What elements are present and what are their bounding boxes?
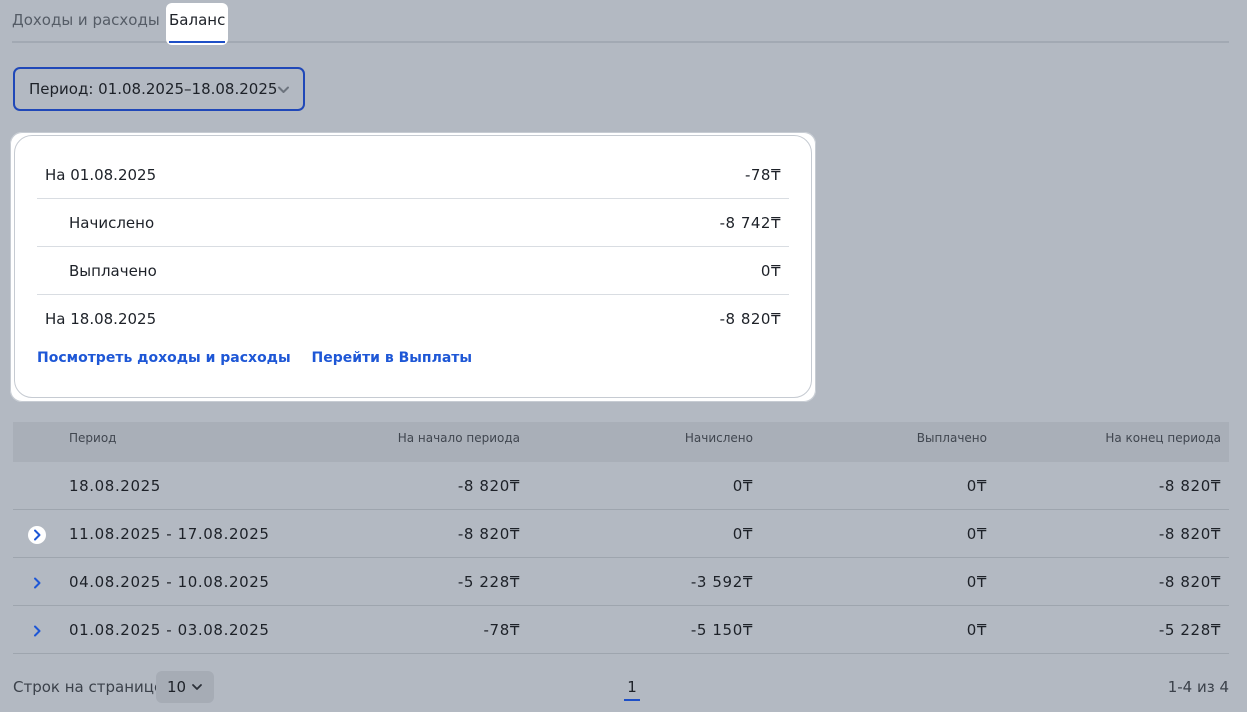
cell-accrued: 0₸	[732, 477, 753, 495]
cell-paid: 0₸	[966, 621, 987, 639]
cell-period: 01.08.2025 - 03.08.2025	[69, 621, 270, 639]
balance-row-opening: На 01.08.2025 -78₸	[37, 151, 789, 199]
cell-start: -78₸	[483, 621, 520, 639]
view-income-expenses-link[interactable]: Посмотреть доходы и расходы	[37, 350, 291, 366]
balance-row-value: 0₸	[760, 262, 781, 280]
cell-end: -8 820₸	[1158, 477, 1221, 495]
cell-period: 18.08.2025	[69, 477, 161, 495]
chevron-right-icon[interactable]	[28, 574, 46, 592]
table-row: 11.08.2025 - 17.08.2025 -8 820₸ 0₸ 0₸ -8…	[13, 510, 1229, 558]
cell-period: 04.08.2025 - 10.08.2025	[69, 573, 270, 591]
column-header-accrued: Начислено	[684, 431, 753, 445]
column-header-end: На конец периода	[1105, 431, 1221, 445]
balance-row-closing: На 18.08.2025 -8 820₸	[37, 295, 789, 343]
rows-per-page-select[interactable]: 10	[156, 671, 214, 703]
balance-row-value: -8 742₸	[719, 214, 781, 232]
rows-per-page-label: Строк на странице:	[13, 678, 169, 696]
pagination-range: 1-4 из 4	[1167, 678, 1229, 696]
balance-card: На 01.08.2025 -78₸ Начислено -8 742₸ Вып…	[10, 132, 816, 402]
balance-table: Период На начало периода Начислено Выпла…	[13, 422, 1229, 654]
cell-end: -5 228₸	[1158, 621, 1221, 639]
cell-period: 11.08.2025 - 17.08.2025	[69, 525, 270, 543]
column-header-paid: Выплачено	[916, 431, 987, 445]
cell-paid: 0₸	[966, 477, 987, 495]
go-to-payouts-link[interactable]: Перейти в Выплаты	[312, 350, 473, 366]
balance-row-accrued: Начислено -8 742₸	[37, 199, 789, 247]
balance-row-label: На 18.08.2025	[45, 310, 157, 328]
pagination-page[interactable]: 1	[624, 671, 640, 703]
cell-paid: 0₸	[966, 573, 987, 591]
column-header-start: На начало периода	[397, 431, 520, 445]
cell-accrued: 0₸	[732, 525, 753, 543]
cell-end: -8 820₸	[1158, 525, 1221, 543]
chevron-down-icon	[192, 684, 202, 690]
cell-start: -8 820₸	[457, 477, 520, 495]
table-row: 01.08.2025 - 03.08.2025 -78₸ -5 150₸ 0₸ …	[13, 606, 1229, 654]
tab-balance[interactable]: Баланс	[166, 3, 229, 45]
period-select[interactable]: Период: 01.08.2025–18.08.2025	[13, 67, 305, 111]
tabs: Доходы и расходы Баланс	[12, 0, 1229, 45]
balance-row-value: -78₸	[744, 166, 781, 184]
cell-accrued: -3 592₸	[690, 573, 753, 591]
cell-end: -8 820₸	[1158, 573, 1221, 591]
current-page-indicator	[624, 699, 640, 701]
column-header-period: Период	[69, 431, 117, 445]
rows-per-page-value: 10	[167, 678, 187, 696]
balance-page: Доходы и расходы Баланс Период: 01.08.20…	[0, 0, 1247, 712]
cell-start: -8 820₸	[457, 525, 520, 543]
table-row: 04.08.2025 - 10.08.2025 -5 228₸ -3 592₸ …	[13, 558, 1229, 606]
balance-row-label: На 01.08.2025	[45, 166, 157, 184]
balance-row-value: -8 820₸	[719, 310, 781, 328]
chevron-right-icon[interactable]	[28, 622, 46, 640]
pagination-page-label: 1	[627, 678, 637, 696]
cell-start: -5 228₸	[457, 573, 520, 591]
balance-row-paid: Выплачено 0₸	[37, 247, 789, 295]
tab-balance-label: Баланс	[169, 11, 226, 29]
balance-links: Посмотреть доходы и расходы Перейти в Вы…	[37, 350, 472, 366]
active-tab-indicator	[169, 41, 226, 43]
chevron-right-icon[interactable]	[28, 526, 46, 544]
balance-row-label: Начислено	[69, 214, 155, 232]
tab-income-expenses[interactable]: Доходы и расходы	[12, 0, 160, 44]
period-select-label: Период: 01.08.2025–18.08.2025	[29, 80, 278, 98]
balance-row-label: Выплачено	[69, 262, 157, 280]
table-footer: Строк на странице: 10 1 1-4 из 4	[13, 671, 1229, 703]
cell-accrued: -5 150₸	[690, 621, 753, 639]
table-header: Период На начало периода Начислено Выпла…	[13, 422, 1229, 462]
table-row: 18.08.2025 -8 820₸ 0₸ 0₸ -8 820₸	[13, 462, 1229, 510]
chevron-down-icon	[278, 86, 289, 93]
cell-paid: 0₸	[966, 525, 987, 543]
